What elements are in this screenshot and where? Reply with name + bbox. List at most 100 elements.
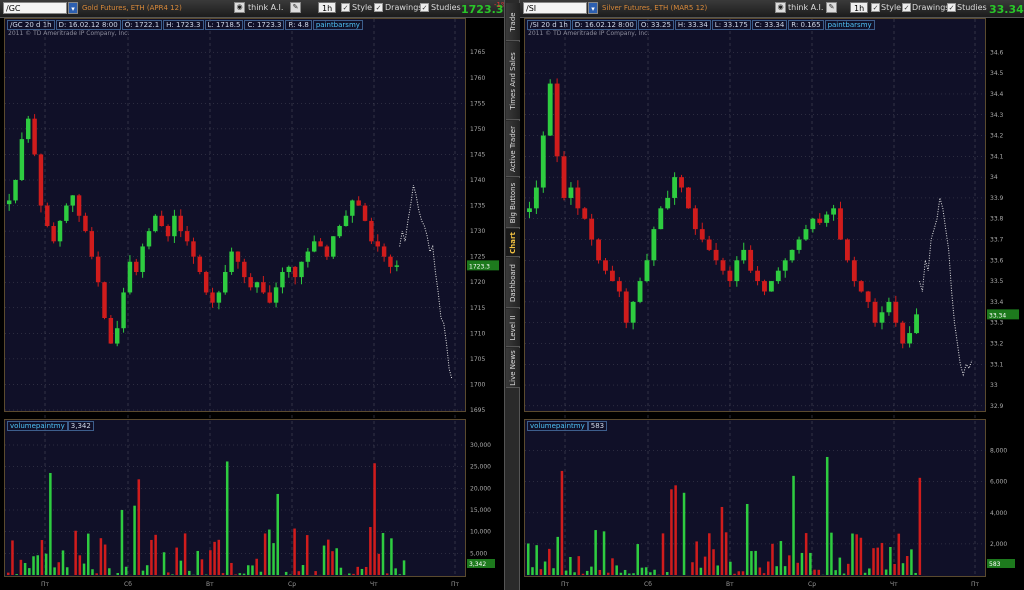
- volume-bar: [108, 568, 111, 575]
- volume-bar: [847, 563, 850, 575]
- time-tick-label: Чт: [890, 581, 898, 588]
- volume-bar: [251, 565, 254, 575]
- volume-bar: [855, 534, 858, 575]
- time-tick-label: Ср: [808, 581, 816, 588]
- price-candle: [533, 180, 539, 214]
- volume-bar: [876, 547, 879, 575]
- gold-chart-pane: /GC ▾ Gold Futures, ETH (APR4 12) ◉ thin…: [0, 0, 511, 590]
- price-tick-label: 1740: [470, 177, 485, 184]
- price-tick-label: 33: [990, 382, 998, 389]
- price-candle: [13, 179, 18, 204]
- price-candle: [286, 265, 292, 278]
- volume-bar: [322, 545, 326, 575]
- volume-bar: [775, 566, 778, 575]
- volume-bar: [61, 550, 65, 575]
- sidebar-tab-big-buttons[interactable]: Big Buttons: [506, 178, 520, 228]
- volume-bar: [196, 550, 199, 575]
- price-tick-label: 1700: [470, 381, 485, 388]
- price-tick-label: 34.6: [990, 49, 1004, 56]
- price-candle: [362, 202, 368, 222]
- volume-bar: [918, 477, 922, 575]
- price-tick-label: 33.1: [990, 361, 1004, 368]
- price-candle: [19, 132, 25, 182]
- price-candle: [343, 210, 349, 227]
- volume-tick-label: 5,000: [470, 550, 487, 557]
- sidebar-tab-active-trader[interactable]: Active Trader: [506, 121, 520, 177]
- price-candle: [596, 238, 601, 264]
- price-candle: [582, 206, 588, 220]
- volume-bar: [708, 533, 711, 575]
- volume-bar: [327, 539, 330, 575]
- price-candle: [178, 209, 183, 238]
- price-candle: [755, 266, 760, 286]
- volume-bar: [82, 563, 86, 575]
- volume-bar: [381, 533, 385, 575]
- price-candle: [369, 217, 374, 245]
- last-price-tag-text: 33.34: [989, 312, 1006, 319]
- volume-bar: [863, 572, 867, 575]
- volume-bar: [7, 572, 10, 575]
- volume-bar: [360, 568, 364, 575]
- price-tick-label: 1760: [470, 75, 485, 82]
- price-tick-label: 33.2: [990, 340, 1004, 347]
- volume-bar: [771, 543, 774, 575]
- volume-bar: [377, 553, 381, 575]
- price-candle: [159, 210, 164, 227]
- volume-bar: [758, 567, 762, 575]
- volume-bar: [615, 565, 618, 575]
- price-candle: [223, 264, 228, 295]
- volume-bar: [263, 533, 267, 575]
- volume-bar: [594, 530, 597, 575]
- price-candle: [350, 199, 355, 223]
- price-tick-label: 34.3: [990, 112, 1004, 119]
- volume-bar: [103, 544, 107, 575]
- price-candle: [568, 182, 574, 205]
- sidebar-tab-chart[interactable]: Chart: [506, 229, 520, 257]
- price-candle: [603, 258, 608, 275]
- price-candle: [630, 300, 636, 330]
- volume-bar: [200, 559, 204, 575]
- vertical-sidebar: Trade Times And Sales Active Trader Big But…: [504, 0, 520, 590]
- volume-bar: [779, 541, 783, 575]
- sidebar-tab-live-news[interactable]: Live News: [506, 348, 520, 388]
- price-tick-label: 34: [990, 174, 998, 181]
- price-candle: [38, 153, 44, 213]
- price-candle: [32, 114, 37, 157]
- sidebar-tab-times-and-sales[interactable]: Times And Sales: [506, 42, 520, 120]
- volume-bar: [57, 562, 61, 575]
- last-price-tag-text: 1723.3: [469, 263, 490, 270]
- volume-bar: [880, 542, 884, 575]
- price-candle: [331, 236, 336, 259]
- volume-bar: [356, 566, 359, 575]
- silver-chart-pane: /SI ▾ Silver Futures, ETH (MAR5 12) ◉ th…: [520, 0, 1024, 590]
- time-tick-label: Пт: [451, 581, 460, 588]
- price-candle: [824, 211, 830, 227]
- price-candle: [216, 290, 222, 310]
- price-candle: [554, 78, 560, 163]
- sidebar-tab-dashboard[interactable]: Dashboard: [506, 258, 520, 308]
- price-candle: [356, 196, 361, 206]
- price-candle: [796, 236, 802, 254]
- price-candle: [318, 238, 323, 247]
- sidebar-tab-trade[interactable]: Trade: [506, 3, 520, 41]
- volume-bar: [682, 492, 686, 575]
- volume-bar: [703, 556, 707, 575]
- time-tick-label: Сб: [644, 581, 652, 588]
- volume-tick-label: 10,000: [470, 529, 491, 536]
- volume-bar: [527, 543, 530, 575]
- price-tick-label: 1720: [470, 279, 485, 286]
- volume-bar: [348, 573, 351, 575]
- price-candle: [394, 260, 400, 272]
- price-tick-label: 1705: [470, 356, 485, 363]
- price-candle: [831, 204, 837, 221]
- price-tick-label: 1755: [470, 100, 485, 107]
- price-candle: [6, 193, 12, 211]
- price-candle: [775, 267, 781, 284]
- volume-bar: [369, 527, 372, 575]
- volume-bar: [87, 533, 90, 575]
- volume-bar: [842, 573, 846, 575]
- time-tick-label: Ср: [288, 581, 296, 588]
- volume-bar: [868, 568, 871, 575]
- time-tick-label: Пт: [561, 581, 570, 588]
- sidebar-tab-level-ii[interactable]: Level II: [506, 309, 520, 347]
